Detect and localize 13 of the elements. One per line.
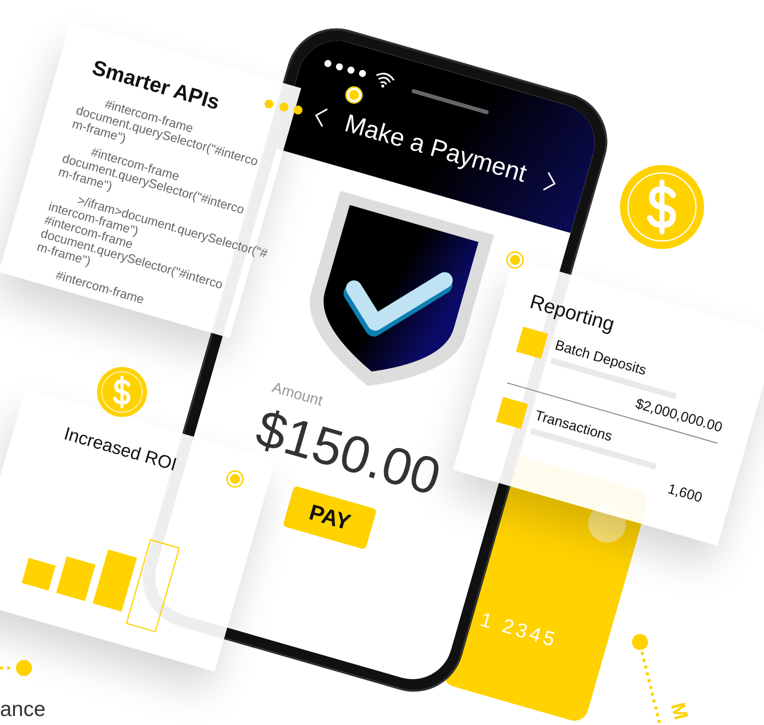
target-dot-icon: [226, 470, 244, 488]
dollar-coin-icon: [620, 165, 704, 249]
target-dot-icon: [345, 86, 363, 104]
report-value: 1,600: [666, 480, 704, 506]
caption-text: ance: [0, 698, 46, 722]
dots-icon: [264, 98, 304, 116]
pay-button[interactable]: PAY: [282, 486, 377, 550]
caption-text: M: [665, 700, 692, 723]
dotted-line: [0, 658, 34, 678]
card-number: 1 2345: [476, 608, 561, 654]
signal-dots-icon: [322, 58, 368, 78]
amount-label: Amount: [270, 379, 325, 410]
report-label: Batch Deposits: [553, 336, 648, 378]
